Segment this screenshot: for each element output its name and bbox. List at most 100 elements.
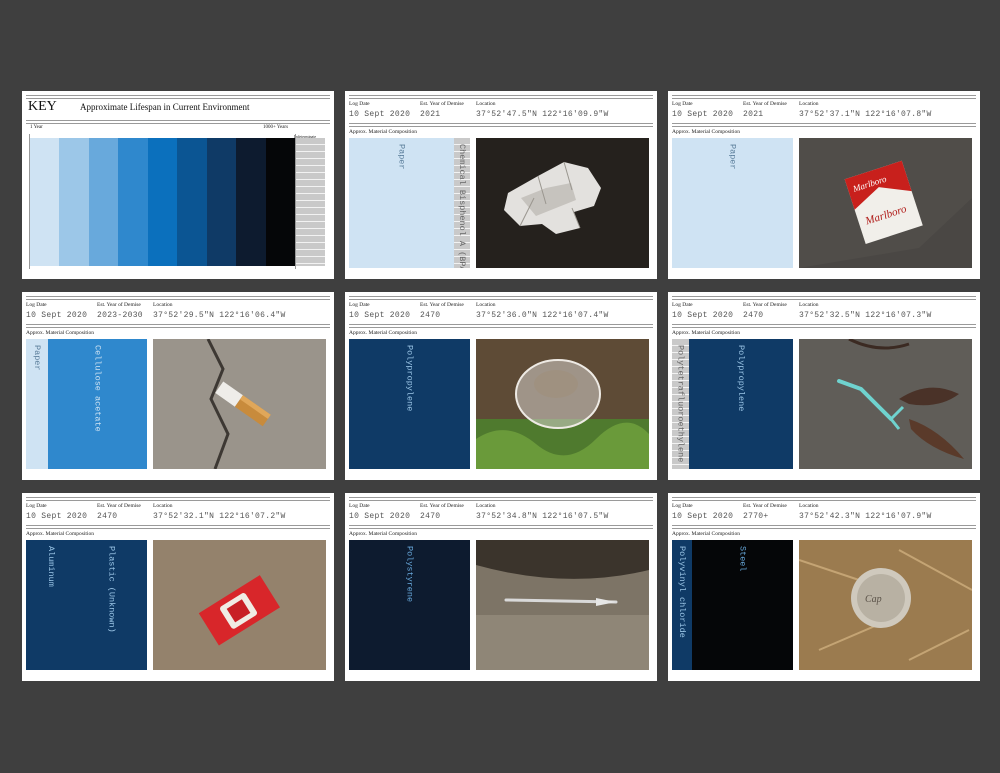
key-swatch-5 [147,138,178,266]
material-block-1: Paper [349,138,454,268]
item-card-cup-lid: Log Date Est. Year of Demise Location 10… [345,292,657,480]
key-indeterminate-swatch [296,138,325,266]
demise-value: 2021 [743,110,764,119]
key-swatch-6 [177,138,208,266]
photo-floss-pick [799,339,972,469]
material-block-1: Paper [26,339,48,469]
log-date-label: Log Date [672,503,693,509]
photo-ketchup-packet [153,540,326,670]
location-value: 37°52'47.5"N 122°16'09.9"W [476,110,609,119]
log-date-value: 10 Sept 2020 [349,311,411,320]
material-block-1: Polytetrafluoroethylene [672,339,689,469]
key-swatch-3 [88,138,119,266]
material-block-2: Plastic (Unknown) [76,540,147,670]
material-block-1: Polypropylene [349,339,470,469]
photo-cigarette-butt [153,339,326,469]
photo-bottle-cap: Cap [799,540,972,670]
svg-text:Cap: Cap [865,594,882,605]
composition-label: Approx. Material Composition [26,531,94,537]
photo-plastic-cup-lid [476,339,649,469]
location-label: Location [476,101,496,107]
item-card-cigarette-butt: Log Date Est. Year of Demise Location 10… [22,292,334,480]
material-name: Paper [32,345,42,371]
location-label: Location [153,302,173,308]
log-date-value: 10 Sept 2020 [672,512,734,521]
item-card-bottle-cap: Log Date Est. Year of Demise Location 10… [668,493,980,681]
key-swatch-8 [236,138,267,266]
log-date-label: Log Date [672,302,693,308]
key-swatch-7 [206,138,237,266]
material-name: Aluminum [46,546,56,587]
material-name: Polystyrene [404,546,415,603]
demise-value: 2770+ [743,512,769,521]
material-block-2: Cellulose acetate [48,339,147,469]
material-name: Plastic (Unknown) [106,546,117,633]
material-block-1: Polyvinyl chloride [672,540,692,670]
demise-label: Est. Year of Demise [97,302,141,308]
log-date-value: 10 Sept 2020 [672,110,734,119]
location-value: 37°52'32.1"N 122°16'07.2"W [153,512,286,521]
demise-value: 2470 [743,311,764,320]
location-label: Location [799,101,819,107]
log-date-label: Log Date [349,101,370,107]
key-max-label: 1000+ Years [263,125,289,130]
key-title: KEY [28,99,57,114]
location-label: Location [799,503,819,509]
demise-value: 2470 [420,512,441,521]
demise-label: Est. Year of Demise [420,302,464,308]
location-label: Location [153,503,173,509]
location-value: 37°52'36.0"N 122°16'07.4"W [476,311,609,320]
key-min-label: 1 Year [30,125,43,130]
key-subtitle: Approximate Lifespan in Current Environm… [80,102,250,112]
demise-label: Est. Year of Demise [97,503,141,509]
location-value: 37°52'32.5"N 122°16'07.3"W [799,311,932,320]
material-name: Paper [396,144,407,170]
item-card-plastic-utensil: Log Date Est. Year of Demise Location 10… [345,493,657,681]
location-label: Location [476,503,496,509]
photo-crumpled-paper-receipt [476,138,649,268]
log-date-value: 10 Sept 2020 [349,512,411,521]
photo-cigarette-box: Marlboro Marlboro [799,138,972,268]
composition-label: Approx. Material Composition [349,531,417,537]
key-swatch-4 [118,138,149,266]
demise-label: Est. Year of Demise [743,503,787,509]
material-block-2: Steel [692,540,793,670]
composition-label: Approx. Material Composition [349,129,417,135]
item-card-receipt: Log Date Est. Year of Demise Location 10… [345,91,657,279]
key-card: KEY Approximate Lifespan in Current Envi… [22,91,334,279]
demise-label: Est. Year of Demise [743,101,787,107]
demise-value: 2021 [420,110,441,119]
log-date-label: Log Date [349,503,370,509]
key-swatch-2 [59,138,90,266]
demise-label: Est. Year of Demise [420,503,464,509]
material-name: Polypropylene [404,345,415,412]
photo-plastic-utensil [476,540,649,670]
location-value: 37°52'42.3"N 122°16'07.9"W [799,512,932,521]
material-block-1: Paper [672,138,793,268]
log-date-label: Log Date [672,101,693,107]
demise-value: 2023-2030 [97,311,143,320]
location-value: 37°52'34.8"N 122°16'07.5"W [476,512,609,521]
demise-value: 2470 [420,311,441,320]
log-date-value: 10 Sept 2020 [672,311,734,320]
demise-value: 2470 [97,512,118,521]
material-name: Chemical Bisphenol A (BPA) [457,144,467,268]
item-card-cigarette-box: Log Date Est. Year of Demise Location 10… [668,91,980,279]
material-name: Steel [737,546,748,572]
log-date-label: Log Date [26,503,47,509]
composition-label: Approx. Material Composition [26,330,94,336]
log-date-value: 10 Sept 2020 [26,512,88,521]
material-block-2: Polypropylene [689,339,793,469]
material-name: Polyvinyl chloride [677,546,687,638]
location-label: Location [799,302,819,308]
composition-label: Approx. Material Composition [672,129,740,135]
material-name: Polytetrafluoroethylene [675,345,686,463]
material-name: Paper [727,144,738,170]
composition-label: Approx. Material Composition [672,531,740,537]
log-date-label: Log Date [349,302,370,308]
composition-label: Approx. Material Composition [672,330,740,336]
material-name: Polypropylene [736,345,746,412]
key-swatch-1 [30,138,60,266]
material-name: Cellulose acetate [92,345,103,432]
log-date-value: 10 Sept 2020 [26,311,88,320]
